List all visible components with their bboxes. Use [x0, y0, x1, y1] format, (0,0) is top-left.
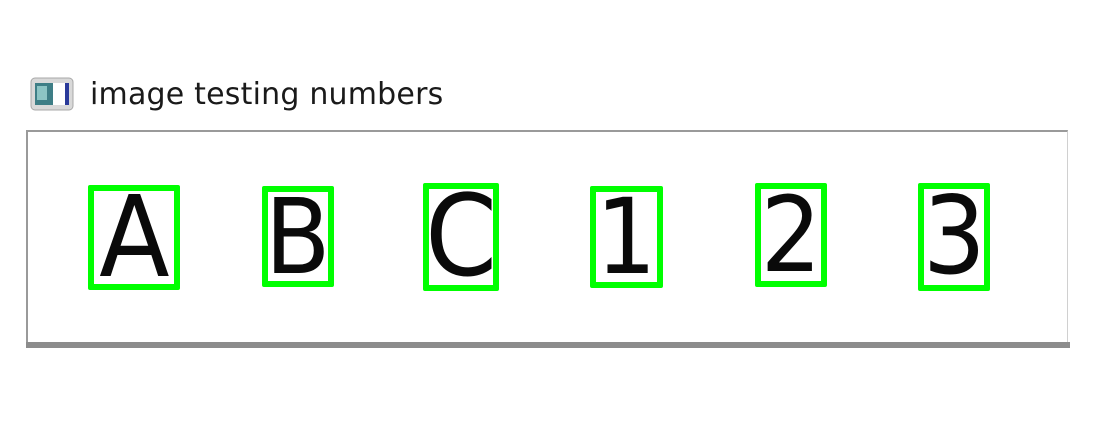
app-window-icon [30, 77, 74, 111]
image-canvas [26, 130, 1068, 342]
glyph-bounding-box: 2 [755, 183, 827, 287]
glyph-character: A [98, 185, 170, 290]
glyph-bounding-box: B [262, 186, 334, 287]
glyph-bounding-box: A [88, 185, 180, 290]
glyph-bounding-box: 3 [918, 183, 990, 291]
glyph-character: B [265, 186, 331, 287]
glyph-character: C [425, 183, 497, 291]
window-titlebar: image testing numbers [30, 74, 443, 114]
glyph-character: 1 [596, 186, 657, 288]
window-title: image testing numbers [90, 76, 444, 112]
glyph-bounding-box: 1 [590, 186, 663, 288]
canvas-bottom-edge [26, 342, 1070, 348]
glyph-character: 2 [760, 183, 822, 287]
glyph-character: 3 [922, 183, 986, 291]
glyph-bounding-box: C [423, 183, 499, 291]
